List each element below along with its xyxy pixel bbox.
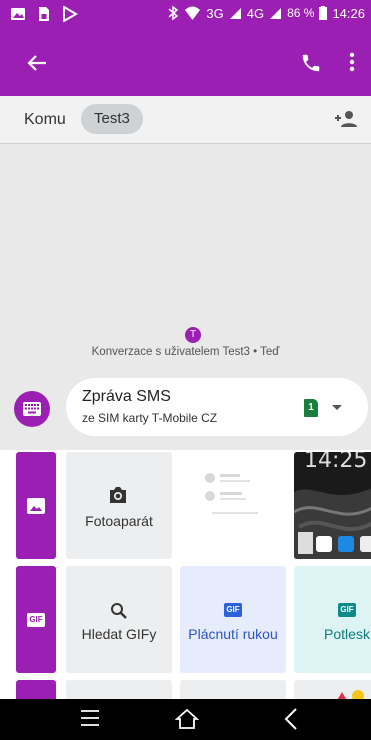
back-arrow-icon[interactable] — [26, 52, 48, 74]
back-nav-icon[interactable] — [283, 707, 299, 731]
battery-percent: 86 % — [287, 6, 315, 20]
sim-notification-icon — [39, 7, 49, 21]
recipient-chip[interactable]: Test3 — [81, 104, 143, 134]
wifi-icon — [185, 6, 201, 20]
app-bar — [0, 28, 371, 96]
add-people-icon[interactable] — [334, 110, 358, 128]
signal-icon — [229, 7, 241, 19]
lockscreen-clock: 14:25 — [304, 452, 368, 473]
search-icon — [111, 603, 127, 619]
contact-avatar: T — [185, 327, 201, 343]
camera-tile[interactable]: Fotoaparát — [66, 452, 172, 559]
clock: 14:26 — [332, 5, 365, 21]
row3-tile-3[interactable] — [294, 680, 371, 699]
gif-category-tile-1[interactable]: GIF Plácnutí rukou — [180, 566, 286, 673]
sim-dropdown-icon[interactable] — [332, 405, 342, 410]
bluetooth-icon — [168, 5, 179, 21]
message-input-placeholder: Zpráva SMS — [82, 388, 171, 405]
camera-icon — [110, 487, 126, 503]
screenshot-thumbnail — [205, 473, 258, 514]
play-store-notification-icon — [63, 6, 78, 22]
gif-icon-2: GIF — [338, 603, 356, 617]
message-input[interactable]: Zpráva SMS ze SIM karty T-Mobile CZ 1 — [66, 378, 368, 436]
network-4g: 4G — [246, 5, 265, 21]
search-gifs-tile[interactable]: Hledat GIFy — [66, 566, 172, 673]
row3-tile-1[interactable] — [66, 680, 172, 699]
conversation-info: Konverzace s uživatelem Test3 • Teď — [91, 346, 280, 358]
navigation-bar — [0, 699, 371, 740]
status-bar: 3G 4G 86 % 14:26 — [0, 0, 371, 28]
sim-subtitle: ze SIM karty T-Mobile CZ — [82, 411, 218, 425]
to-label: Komu — [24, 111, 66, 128]
more-vert-icon[interactable] — [347, 50, 357, 74]
recipient-bar: Komu Test3 — [0, 96, 371, 144]
keyboard-icon — [23, 402, 41, 416]
gallery-photo-1[interactable] — [180, 452, 286, 559]
compose-bar: Zpráva SMS ze SIM karty T-Mobile CZ 1 — [0, 370, 371, 450]
battery-icon — [319, 6, 328, 20]
gallery-notification-icon — [11, 8, 25, 20]
gif-tab[interactable]: GIF — [16, 566, 56, 673]
camera-label: Fotoaparát — [85, 513, 153, 529]
gif-category-label-1: Plácnutí rukou — [188, 626, 278, 642]
signal-icon-2 — [270, 7, 282, 19]
row3-tile-2[interactable] — [180, 680, 286, 699]
gallery-tab[interactable] — [16, 452, 56, 559]
gif-category-tile-2[interactable]: GIF Potlesk — [294, 566, 371, 673]
gif-category-label-2: Potlesk — [324, 626, 370, 642]
sticker-preview-icon — [337, 690, 364, 699]
conversation-area: T Konverzace s uživatelem Test3 • Teď — [0, 145, 371, 370]
home-icon[interactable] — [175, 708, 199, 730]
gallery-photo-2[interactable]: 14:25 — [294, 452, 371, 559]
image-icon — [27, 498, 45, 514]
sticker-tab[interactable] — [16, 680, 56, 699]
sim-selector-icon[interactable]: 1 — [304, 399, 318, 417]
attachment-tray: Fotoaparát 14:25 GIF Hledat GIFy GIF Plá… — [0, 450, 371, 699]
keyboard-toggle-button[interactable] — [14, 391, 50, 427]
gif-tab-icon: GIF — [27, 613, 45, 627]
phone-icon[interactable] — [300, 52, 322, 74]
gif-icon: GIF — [224, 603, 242, 617]
network-3g: 3G — [206, 5, 224, 21]
recents-menu-icon[interactable] — [80, 709, 100, 727]
search-gifs-label: Hledat GIFy — [81, 626, 157, 642]
